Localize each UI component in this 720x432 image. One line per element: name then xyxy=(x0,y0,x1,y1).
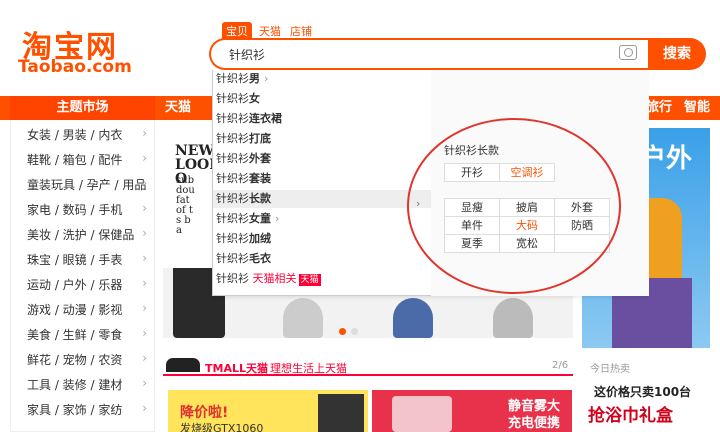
sidebar-item-label: 家电 / 数码 / 手机 xyxy=(27,203,123,217)
banner-subtext: sub dou fat of ts ba xyxy=(176,175,195,236)
annotation-circle xyxy=(407,118,621,294)
chevron-right-icon: › xyxy=(142,401,147,415)
promo-title: 降价啦! xyxy=(180,405,229,421)
sidebar-item-label: 运动 / 户外 / 乐器 xyxy=(27,278,123,292)
suggestion-item[interactable]: 针织衫外套 xyxy=(213,150,431,168)
chevron-right-icon: › xyxy=(142,326,147,340)
sidebar-item[interactable]: 童装玩具 / 孕产 / 用品 › xyxy=(27,176,153,201)
promo-subtitle: 抢浴巾礼盒 xyxy=(588,406,673,426)
taobao-page: 淘宝网 Taobao.com 宝贝 天猫 店铺 针织衫 搜索 主题市场 天猫 旅… xyxy=(0,0,720,432)
sidebar-item[interactable]: 鲜花 / 宠物 / 农资 › xyxy=(27,351,153,376)
nav-item-tmall[interactable]: 天猫 xyxy=(165,96,191,120)
sidebar-item-label: 童装玩具 / 孕产 / 用品 xyxy=(27,178,147,192)
chevron-right-icon: › xyxy=(142,176,147,190)
sidebar-item[interactable]: 美妆 / 洗护 / 保健品 › xyxy=(27,226,153,251)
model-figure xyxy=(393,298,433,338)
tmall-cat-icon xyxy=(166,358,200,372)
promo-subtitle: 充电便携 xyxy=(508,416,561,431)
suggestion-item[interactable]: 针织衫男 › xyxy=(213,70,431,88)
model-figure xyxy=(493,298,533,338)
suggestion-item[interactable]: 针织衫女童 › xyxy=(213,210,431,228)
suggestion-item-highlighted[interactable]: 针织衫长款 xyxy=(213,190,431,208)
suggestion-item-tmall[interactable]: 针织衫 天猫相关 天猫 xyxy=(213,270,431,288)
suggestion-item[interactable]: 针织衫连衣裙 xyxy=(213,110,431,128)
sidebar-item[interactable]: 游戏 / 动漫 / 影视 › xyxy=(27,301,153,326)
chevron-right-icon: › xyxy=(142,226,147,240)
sidebar-item[interactable]: 家电 / 数码 / 手机 › xyxy=(27,201,153,226)
sidebar-item[interactable]: 运动 / 户外 / 乐器 › xyxy=(27,276,153,301)
sidebar-item[interactable]: 工具 / 装修 / 建材 › xyxy=(27,376,153,401)
promo-card-gpu[interactable]: 降价啦! 发烧级GTX1060 xyxy=(168,390,368,432)
tmall-divider xyxy=(163,374,573,376)
category-sidebar: 女装 / 男装 / 内衣 › 鞋靴 / 箱包 / 配件 › 童装玩具 / 孕产 / … xyxy=(10,120,155,432)
chevron-right-icon: › xyxy=(264,72,269,85)
sidebar-item-label: 家具 / 家饰 / 家纺 xyxy=(27,403,123,417)
tmall-badge: 天猫 xyxy=(298,274,321,286)
sidebar-item-label: 鞋靴 / 箱包 / 配件 xyxy=(27,153,123,167)
chevron-right-icon: › xyxy=(142,126,147,140)
carousel-dot[interactable] xyxy=(339,328,346,335)
model-figure xyxy=(283,298,323,338)
promo-title: 这价格只卖100台 xyxy=(594,385,692,399)
suggestion-item[interactable]: 针织衫毛衣 xyxy=(213,250,431,268)
sidebar-item-label: 珠宝 / 眼镜 / 手表 xyxy=(27,253,123,267)
suggestion-item[interactable]: 针织衫加绒 xyxy=(213,230,431,248)
sidebar-item[interactable]: 鞋靴 / 箱包 / 配件 › xyxy=(27,151,153,176)
sidebar-item-label: 游戏 / 动漫 / 影视 xyxy=(27,303,123,317)
promo-subtitle: 发烧级GTX1060 xyxy=(180,422,264,432)
chevron-right-icon: › xyxy=(142,251,147,265)
sidebar-item[interactable]: 美食 / 生鲜 / 零食 › xyxy=(27,326,153,351)
search-input[interactable]: 针织衫 xyxy=(209,38,649,70)
search-button[interactable]: 搜索 xyxy=(648,38,706,70)
chevron-right-icon: › xyxy=(275,212,280,225)
promo-card-humidifier[interactable]: 静音雾大 充电便携 xyxy=(372,390,572,432)
sidebar-item[interactable]: 女装 / 男装 / 内衣 › xyxy=(27,126,153,151)
suggestion-item[interactable]: 针织衫女 xyxy=(213,90,431,108)
nav-item-travel[interactable]: 旅行 xyxy=(646,96,672,120)
sidebar-item-label: 鲜花 / 宠物 / 农资 xyxy=(27,353,123,367)
page-indicator: 2/6 xyxy=(552,360,569,371)
product-image xyxy=(392,396,452,432)
carousel-dot[interactable] xyxy=(351,328,358,335)
search-query-text: 针织衫 xyxy=(229,48,266,62)
product-image xyxy=(318,394,364,432)
promo-card-towel[interactable]: 这价格只卖100台 抢浴巾礼盒 xyxy=(580,375,720,432)
suggestion-list: 针织衫男 › 针织衫女 针织衫连衣裙 针织衫打底 针织衫外套 针织衫套装 针织衫长… xyxy=(213,70,431,296)
sidebar-item[interactable]: 珠宝 / 眼镜 / 手表 › xyxy=(27,251,153,276)
chevron-right-icon: › xyxy=(142,276,147,290)
suggestion-item[interactable]: 针织衫打底 xyxy=(213,130,431,148)
chevron-right-icon: › xyxy=(142,201,147,215)
camera-icon[interactable] xyxy=(619,45,637,60)
hot-label: 今日热卖 xyxy=(590,364,630,375)
suggestion-item[interactable]: 针织衫套装 xyxy=(213,170,431,188)
logo-english[interactable]: Taobao.com xyxy=(18,57,132,77)
chevron-right-icon: › xyxy=(142,376,147,390)
sidebar-item-label: 女装 / 男装 / 内衣 xyxy=(27,128,123,142)
chevron-right-icon: › xyxy=(142,151,147,165)
category-title[interactable]: 主题市场 xyxy=(10,96,155,120)
sidebar-item[interactable]: 家具 / 家饰 / 家纺 › xyxy=(27,401,153,426)
chevron-right-icon: › xyxy=(142,351,147,365)
sidebar-item-label: 美食 / 生鲜 / 零食 xyxy=(27,328,123,342)
sidebar-item-label: 美妆 / 洗护 / 保健品 xyxy=(27,228,135,242)
chevron-right-icon: › xyxy=(142,301,147,315)
sidebar-item-label: 工具 / 装修 / 建材 xyxy=(27,378,123,392)
